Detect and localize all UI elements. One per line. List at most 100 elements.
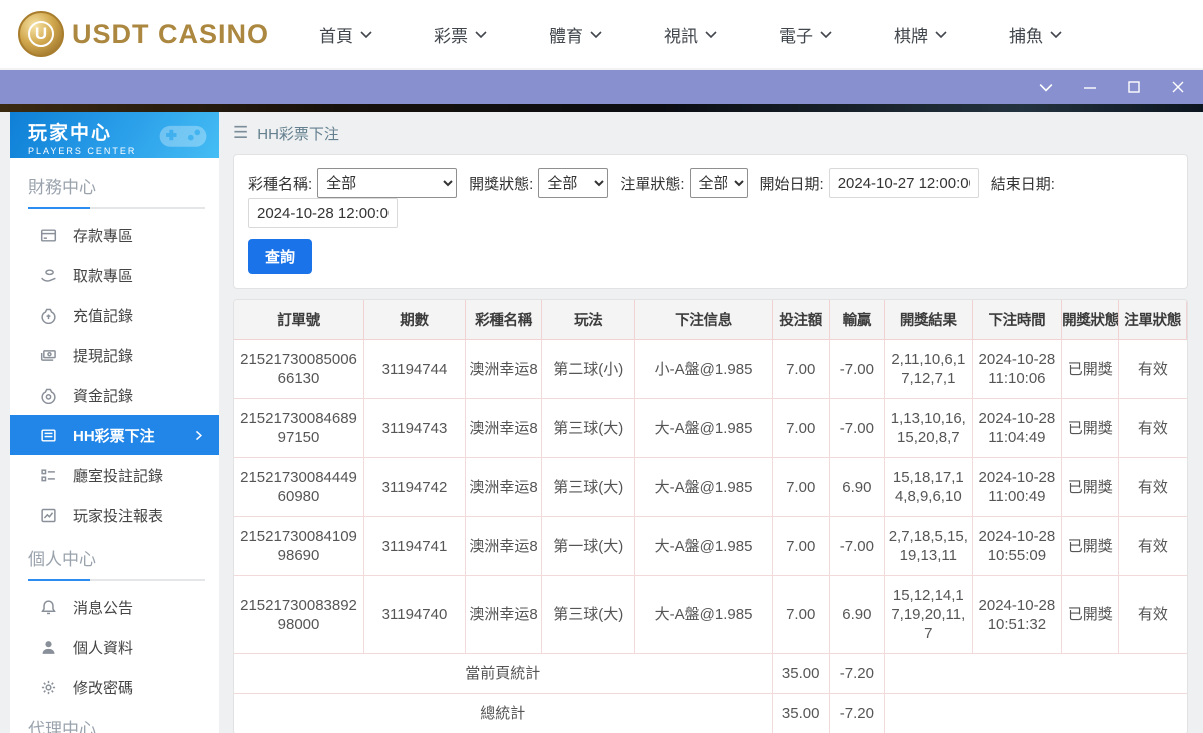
sidebar-item[interactable]: 消息公告: [10, 587, 219, 627]
order-status-select[interactable]: 全部: [690, 168, 748, 198]
cell-order-status: 有效: [1119, 399, 1187, 458]
nav-menu-item-label: 電子: [779, 22, 813, 47]
cell-win-loss: -7.00: [829, 399, 884, 458]
cell-order-status: 有效: [1119, 576, 1187, 654]
chevron-down-icon: [1039, 83, 1053, 92]
nav-menu-item[interactable]: 捕魚: [1009, 22, 1062, 47]
window-dropdown-button[interactable]: [1035, 76, 1057, 98]
cell-bet-amount: 7.00: [772, 576, 829, 654]
sidebar-item[interactable]: 玩家投注報表: [10, 495, 219, 535]
table-row: 2152173008389298000 31194740 澳洲幸运8 第三球(大…: [234, 576, 1187, 654]
nav-menu-item-label: 棋牌: [894, 22, 928, 47]
cell-play-type: 第二球(小): [542, 340, 635, 399]
nav-menu-item[interactable]: 棋牌: [894, 22, 947, 47]
nav-menu-item[interactable]: 彩票: [434, 22, 487, 47]
sidebar-item-label: 提現記錄: [73, 345, 133, 366]
section-label: 代理中心: [28, 715, 205, 733]
sidebar-item[interactable]: 廳室投註記錄: [10, 455, 219, 495]
sidebar-item[interactable]: HH彩票下注: [10, 415, 219, 455]
cell-lottery-name: 澳洲幸运8: [465, 340, 541, 399]
lottery-name-select[interactable]: 全部: [317, 168, 457, 198]
nav-menu-item[interactable]: 視訊: [664, 22, 717, 47]
window-title-bar: [0, 70, 1203, 104]
summary-row: 當前頁統計 35.00 -7.20: [234, 654, 1187, 694]
cell-bet-info: 大-A盤@1.985: [635, 576, 772, 654]
cell-win-loss: 6.90: [829, 576, 884, 654]
cell-draw-result: 2,11,10,6,17,12,7,1: [885, 340, 973, 399]
cell-win-loss: -7.00: [829, 517, 884, 576]
sidebar-item-icon: [40, 307, 57, 324]
sidebar-item[interactable]: 個人資料: [10, 627, 219, 667]
nav-menu-item-label: 捕魚: [1009, 22, 1043, 47]
summary-winloss-total: -7.20: [829, 694, 884, 733]
cell-bet-time: 2024-10-28 11:10:06: [972, 340, 1062, 399]
cell-order-no: 2152173008468997150: [234, 399, 364, 458]
sidebar-item-label: 玩家投注報表: [73, 505, 163, 526]
cell-lottery-name: 澳洲幸运8: [465, 399, 541, 458]
brand-logo[interactable]: U USDT CASINO: [18, 11, 269, 57]
section-underline: [28, 579, 205, 581]
sidebar-item-icon: [40, 347, 57, 364]
lottery-name-label: 彩種名稱:: [248, 173, 312, 194]
window-minimize-button[interactable]: [1079, 76, 1101, 98]
sidebar-item-label: 個人資料: [73, 637, 133, 658]
start-date-input[interactable]: [829, 168, 979, 198]
sidebar-item[interactable]: 取款專區: [10, 255, 219, 295]
top-navigation: U USDT CASINO 首頁 彩票 體育 視訊: [0, 0, 1203, 70]
sidebar-item-icon: [40, 227, 57, 244]
nav-menu-item-label: 視訊: [664, 22, 698, 47]
close-icon: [1171, 80, 1185, 94]
window-maximize-button[interactable]: [1123, 76, 1145, 98]
search-button[interactable]: 查詢: [248, 239, 312, 274]
cell-period: 31194742: [364, 458, 466, 517]
window-close-button[interactable]: [1167, 76, 1189, 98]
cell-order-no: 2152173008444960980: [234, 458, 364, 517]
breadcrumb: ☰ HH彩票下注: [233, 112, 1188, 154]
sidebar-item[interactable]: 存款專區: [10, 215, 219, 255]
summary-empty: [885, 694, 1187, 733]
draw-status-select[interactable]: 全部: [538, 168, 608, 198]
sidebar-item-label: 消息公告: [73, 597, 133, 618]
nav-menu-item[interactable]: 體育: [549, 22, 602, 47]
bets-table: 訂單號 期數 彩種名稱 玩法 下注信息 投注額 輸贏: [234, 300, 1187, 733]
sidebar-item-label: 修改密碼: [73, 677, 133, 698]
cell-bet-amount: 7.00: [772, 340, 829, 399]
sidebar-item[interactable]: 充值記錄: [10, 295, 219, 335]
nav-menu-item[interactable]: 電子: [779, 22, 832, 47]
cell-lottery-name: 澳洲幸运8: [465, 517, 541, 576]
sidebar-item-icon: [40, 679, 57, 696]
chevron-right-icon: [192, 429, 205, 442]
nav-menu-item-label: 彩票: [434, 22, 468, 47]
sidebar-item-icon: [40, 639, 57, 656]
chevron-down-icon: [360, 31, 372, 38]
nav-menu-item[interactable]: 首頁: [319, 22, 372, 47]
cell-draw-result: 15,12,14,17,19,20,11,7: [885, 576, 973, 654]
sidebar-section-agent: 代理中心: [10, 713, 219, 733]
summary-label: 總統計: [234, 694, 772, 733]
cell-order-status: 有效: [1119, 517, 1187, 576]
cell-period: 31194741: [364, 517, 466, 576]
sidebar-item[interactable]: 提現記錄: [10, 335, 219, 375]
cell-period: 31194744: [364, 340, 466, 399]
content-area: ☰ HH彩票下注 彩種名稱: 全部 開獎狀態: 全部 注單狀態: 全部 開始日期…: [219, 112, 1203, 733]
sidebar-item-icon: [40, 267, 57, 284]
cell-lottery-name: 澳洲幸运8: [465, 576, 541, 654]
summary-bet-total: 35.00: [772, 654, 829, 694]
draw-status-label: 開獎狀態:: [469, 173, 533, 194]
table-header-cell: 期數: [364, 300, 466, 340]
start-date-label: 開始日期:: [760, 173, 824, 194]
sidebar-item-icon: [40, 467, 57, 484]
cell-win-loss: -7.00: [829, 340, 884, 399]
filter-panel: 彩種名稱: 全部 開獎狀態: 全部 注單狀態: 全部 開始日期: 結束日期: 查…: [233, 154, 1188, 289]
cell-bet-amount: 7.00: [772, 458, 829, 517]
summary-bet-total: 35.00: [772, 694, 829, 733]
sidebar-item-label: 存款專區: [73, 225, 133, 246]
gamepad-icon: [157, 118, 209, 152]
sidebar-item[interactable]: 修改密碼: [10, 667, 219, 707]
end-date-input[interactable]: [248, 198, 398, 228]
cell-draw-status: 已開獎: [1062, 399, 1119, 458]
hamburger-icon[interactable]: ☰: [233, 123, 248, 143]
sidebar-item[interactable]: 資金記錄: [10, 375, 219, 415]
cell-play-type: 第一球(大): [542, 517, 635, 576]
cell-draw-status: 已開獎: [1062, 340, 1119, 399]
